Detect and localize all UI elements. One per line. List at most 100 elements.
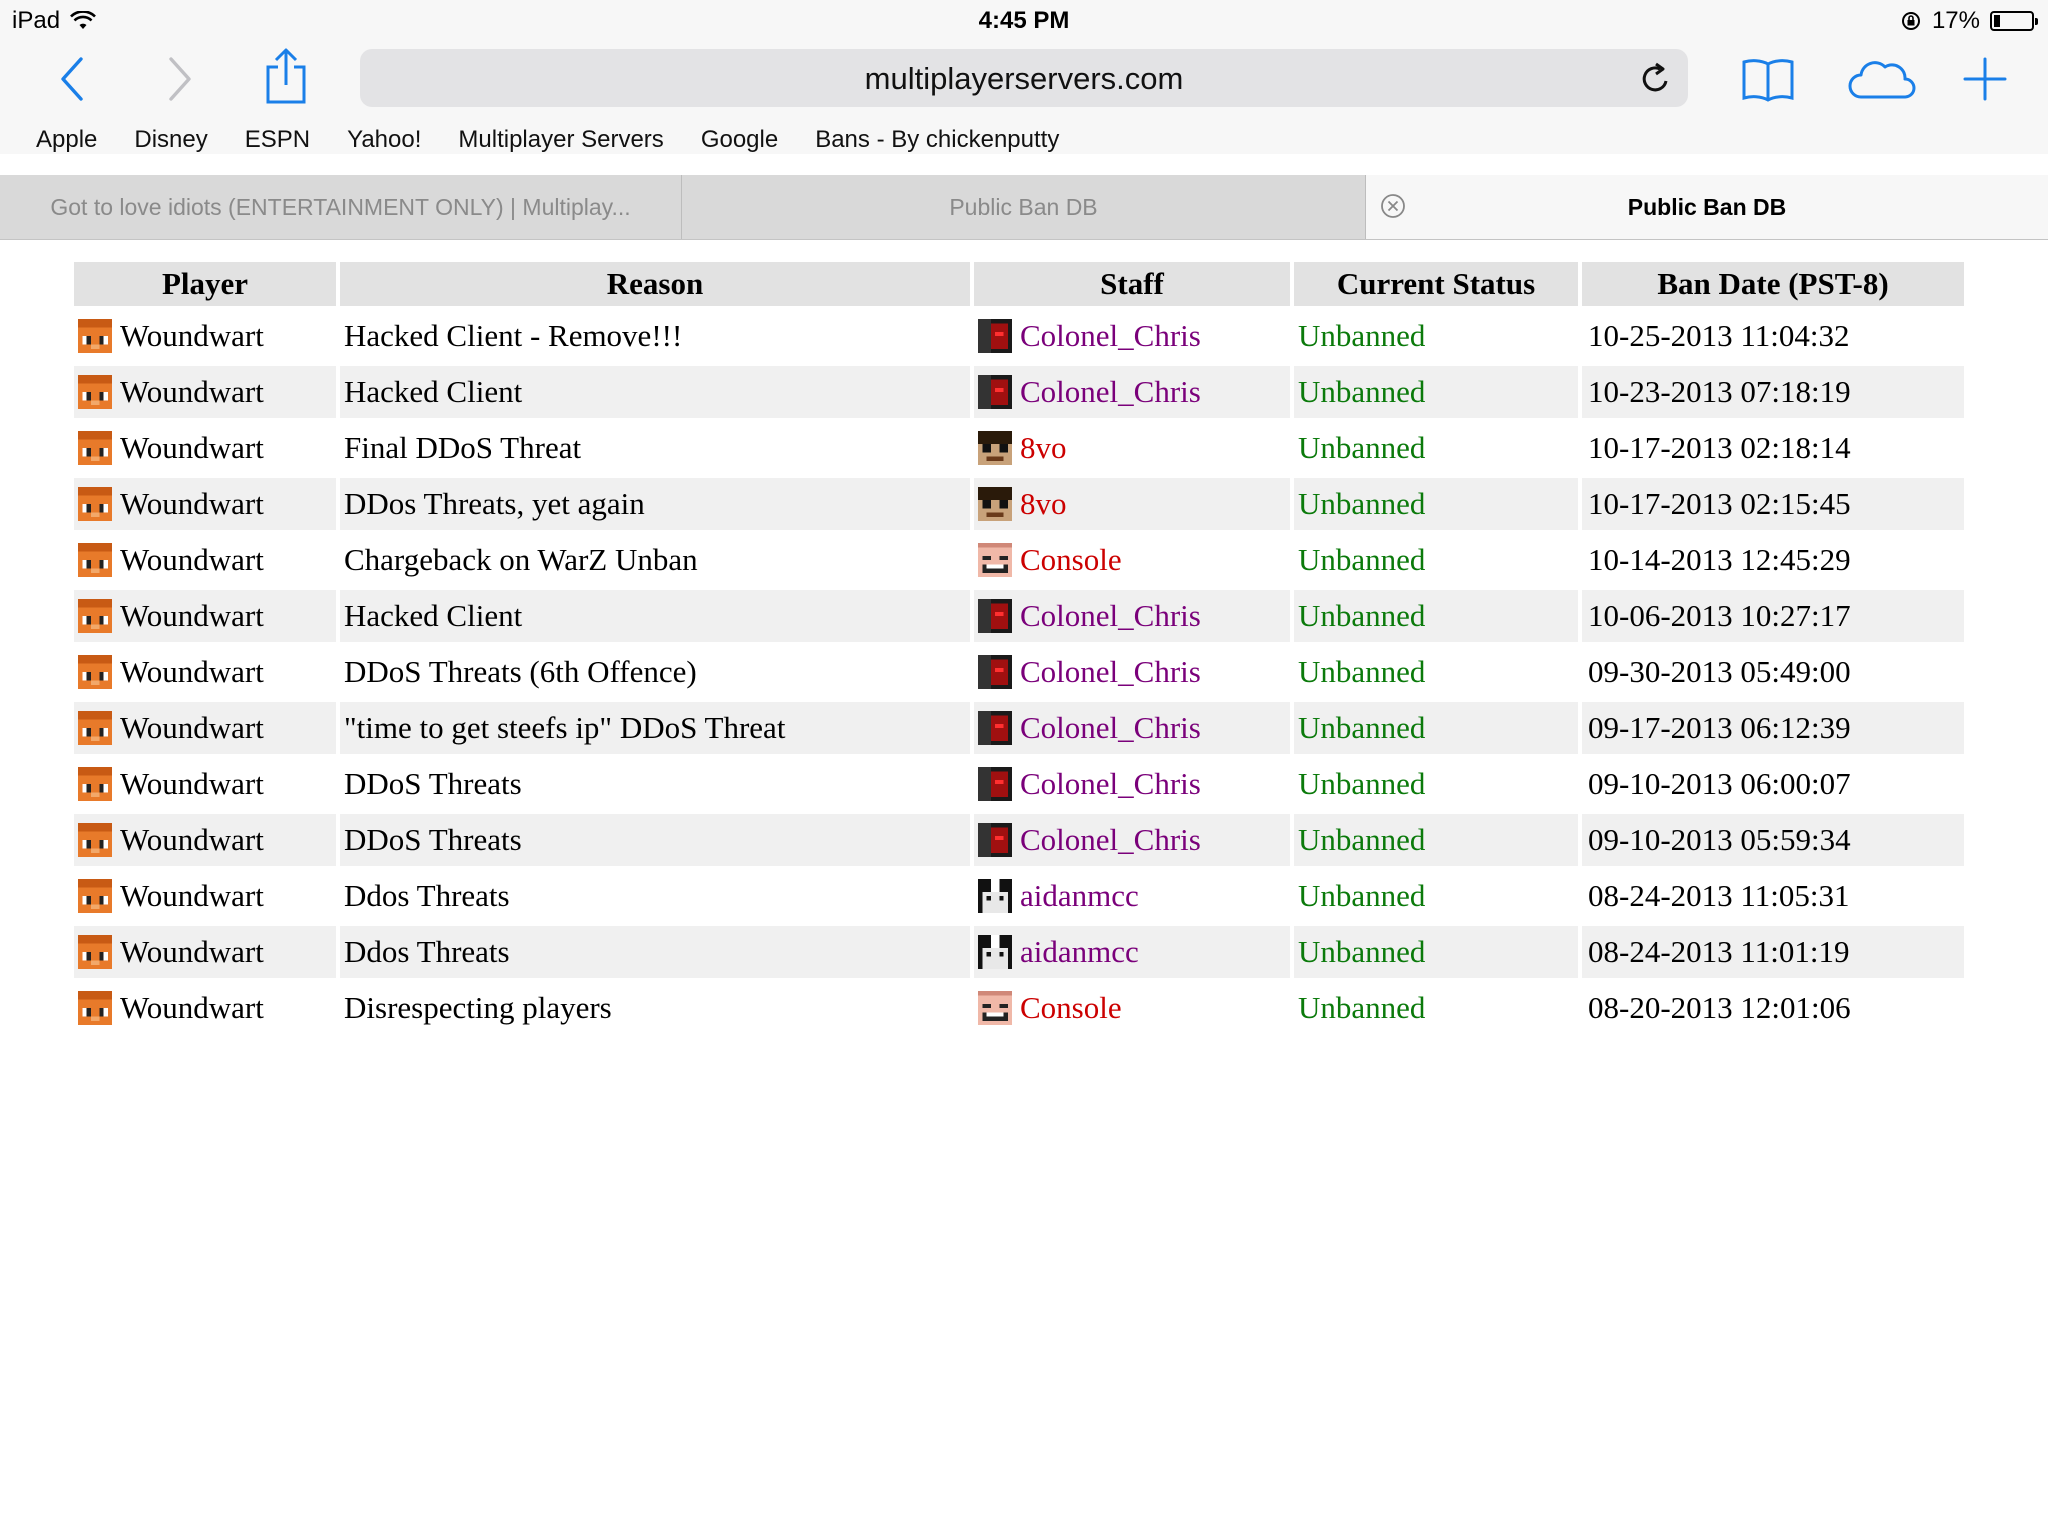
back-icon — [61, 57, 83, 101]
colonel-chris-avatar-icon — [978, 599, 1012, 633]
reason-cell: DDoS Threats — [340, 814, 970, 866]
table-row: Woundwart Hacked Client Colonel_Chris Unban… — [74, 590, 1964, 642]
colonel-chris-avatar-icon — [978, 823, 1012, 857]
status-text: Unbanned — [1298, 710, 1426, 745]
reason-cell: Final DDoS Threat — [340, 422, 970, 474]
status-text: Unbanned — [1298, 318, 1426, 353]
player-name[interactable]: Woundwart — [120, 822, 264, 858]
new-tab-button[interactable] — [1960, 54, 2010, 104]
staff-name[interactable]: Colonel_Chris — [1020, 374, 1201, 410]
status-cell: Unbanned — [1294, 590, 1578, 642]
staff-cell: aidanmcc — [974, 870, 1290, 922]
bookmarks-icon — [1742, 59, 1794, 102]
staff-cell: Colonel_Chris — [974, 310, 1290, 362]
staff-name[interactable]: 8vo — [1020, 486, 1067, 522]
bookmark-link[interactable]: ESPN — [245, 126, 310, 154]
player-avatar-icon — [78, 935, 112, 969]
table-row: Woundwart Chargeback on WarZ Unban Console… — [74, 534, 1964, 586]
status-text: Unbanned — [1298, 934, 1426, 969]
browser-toolbar: multiplayerservers.com Apple Disney ESPN… — [0, 42, 2048, 154]
staff-name[interactable]: Colonel_Chris — [1020, 654, 1201, 690]
ban-date-cell: 10-25-2013 11:04:32 — [1582, 310, 1964, 362]
staff-name[interactable]: Colonel_Chris — [1020, 822, 1201, 858]
staff-name[interactable]: aidanmcc — [1020, 934, 1139, 970]
back-button[interactable] — [50, 52, 94, 106]
reload-icon — [1642, 62, 1668, 92]
player-name[interactable]: Woundwart — [120, 934, 264, 970]
player-name[interactable]: Woundwart — [120, 486, 264, 522]
player-name[interactable]: Woundwart — [120, 654, 264, 690]
staff-name[interactable]: Colonel_Chris — [1020, 318, 1201, 354]
ban-date-cell: 10-14-2013 12:45:29 — [1582, 534, 1964, 586]
tab-close-button[interactable] — [1380, 193, 1406, 225]
bookmarks-button[interactable] — [1740, 54, 1796, 104]
staff-name[interactable]: Colonel_Chris — [1020, 766, 1201, 802]
icloud-tabs-button[interactable] — [1846, 54, 1918, 104]
player-name[interactable]: Woundwart — [120, 710, 264, 746]
status-cell: Unbanned — [1294, 534, 1578, 586]
player-name[interactable]: Woundwart — [120, 430, 264, 466]
player-name[interactable]: Woundwart — [120, 318, 264, 354]
status-text: Unbanned — [1298, 374, 1426, 409]
bookmark-link[interactable]: Apple — [36, 126, 97, 154]
staff-name[interactable]: Console — [1020, 990, 1122, 1026]
player-cell: Woundwart — [74, 534, 336, 586]
staff-cell: 8vo — [974, 422, 1290, 474]
staff-name[interactable]: 8vo — [1020, 430, 1067, 466]
console-avatar-icon — [978, 543, 1012, 577]
bookmark-link[interactable]: Yahoo! — [347, 126, 421, 154]
tab-public-ban-db[interactable]: Public Ban DB — [682, 175, 1366, 239]
address-bar[interactable]: multiplayerservers.com — [360, 49, 1688, 107]
player-cell: Woundwart — [74, 926, 336, 978]
player-name[interactable]: Woundwart — [120, 766, 264, 802]
player-avatar-icon — [78, 375, 112, 409]
status-text: Unbanned — [1298, 654, 1426, 689]
tab-forum-thread[interactable]: Got to love idiots (ENTERTAINMENT ONLY) … — [0, 175, 682, 239]
status-cell: Unbanned — [1294, 702, 1578, 754]
bookmark-link[interactable]: Bans - By chickenputty — [815, 126, 1059, 154]
status-text: Unbanned — [1298, 822, 1426, 857]
staff-cell: 8vo — [974, 478, 1290, 530]
ban-table: Player Reason Staff Current Status Ban D… — [70, 258, 1968, 1038]
bookmark-link[interactable]: Google — [701, 126, 778, 154]
staff-cell: Colonel_Chris — [974, 590, 1290, 642]
tab-public-ban-db-active[interactable]: Public Ban DB — [1366, 175, 2048, 239]
aidanmcc-avatar-icon — [978, 935, 1012, 969]
staff-cell: Console — [974, 982, 1290, 1034]
bookmark-link[interactable]: Multiplayer Servers — [458, 126, 663, 154]
reload-button[interactable] — [1640, 61, 1672, 100]
table-row: Woundwart Hacked Client - Remove!!! Colone… — [74, 310, 1964, 362]
player-cell: Woundwart — [74, 982, 336, 1034]
aidanmcc-avatar-icon — [978, 879, 1012, 913]
player-avatar-icon — [78, 599, 112, 633]
player-avatar-icon — [78, 711, 112, 745]
staff-name[interactable]: Colonel_Chris — [1020, 710, 1201, 746]
player-name[interactable]: Woundwart — [120, 598, 264, 634]
favorites-bar: Apple Disney ESPN Yahoo! Multiplayer Ser… — [36, 126, 1096, 154]
player-name[interactable]: Woundwart — [120, 990, 264, 1026]
bookmark-link[interactable]: Disney — [134, 126, 207, 154]
tab-bar: Got to love idiots (ENTERTAINMENT ONLY) … — [0, 175, 2048, 240]
player-cell: Woundwart — [74, 366, 336, 418]
staff-name[interactable]: aidanmcc — [1020, 878, 1139, 914]
ban-date-cell: 09-30-2013 05:49:00 — [1582, 646, 1964, 698]
staff-name[interactable]: Console — [1020, 542, 1122, 578]
player-cell: Woundwart — [74, 422, 336, 474]
reason-cell: Disrespecting players — [340, 982, 970, 1034]
player-name[interactable]: Woundwart — [120, 878, 264, 914]
forward-button[interactable] — [158, 52, 202, 106]
staff-name[interactable]: Colonel_Chris — [1020, 598, 1201, 634]
table-row: Woundwart Hacked Client Colonel_Chris Unban… — [74, 366, 1964, 418]
player-name[interactable]: Woundwart — [120, 542, 264, 578]
tab-label: Public Ban DB — [949, 193, 1098, 220]
clock: 4:45 PM — [978, 7, 1070, 34]
staff-cell: aidanmcc — [974, 926, 1290, 978]
table-row: Woundwart DDoS Threats Colonel_Chris Unbann… — [74, 814, 1964, 866]
ban-date-cell: 09-10-2013 05:59:34 — [1582, 814, 1964, 866]
share-button[interactable] — [262, 46, 310, 106]
status-text: Unbanned — [1298, 542, 1426, 577]
reason-cell: Chargeback on WarZ Unban — [340, 534, 970, 586]
player-name[interactable]: Woundwart — [120, 374, 264, 410]
table-row: Woundwart Final DDoS Threat 8vo Unbanned 10-… — [74, 422, 1964, 474]
table-row: Woundwart DDoS Threats Colonel_Chris Unbann… — [74, 758, 1964, 810]
